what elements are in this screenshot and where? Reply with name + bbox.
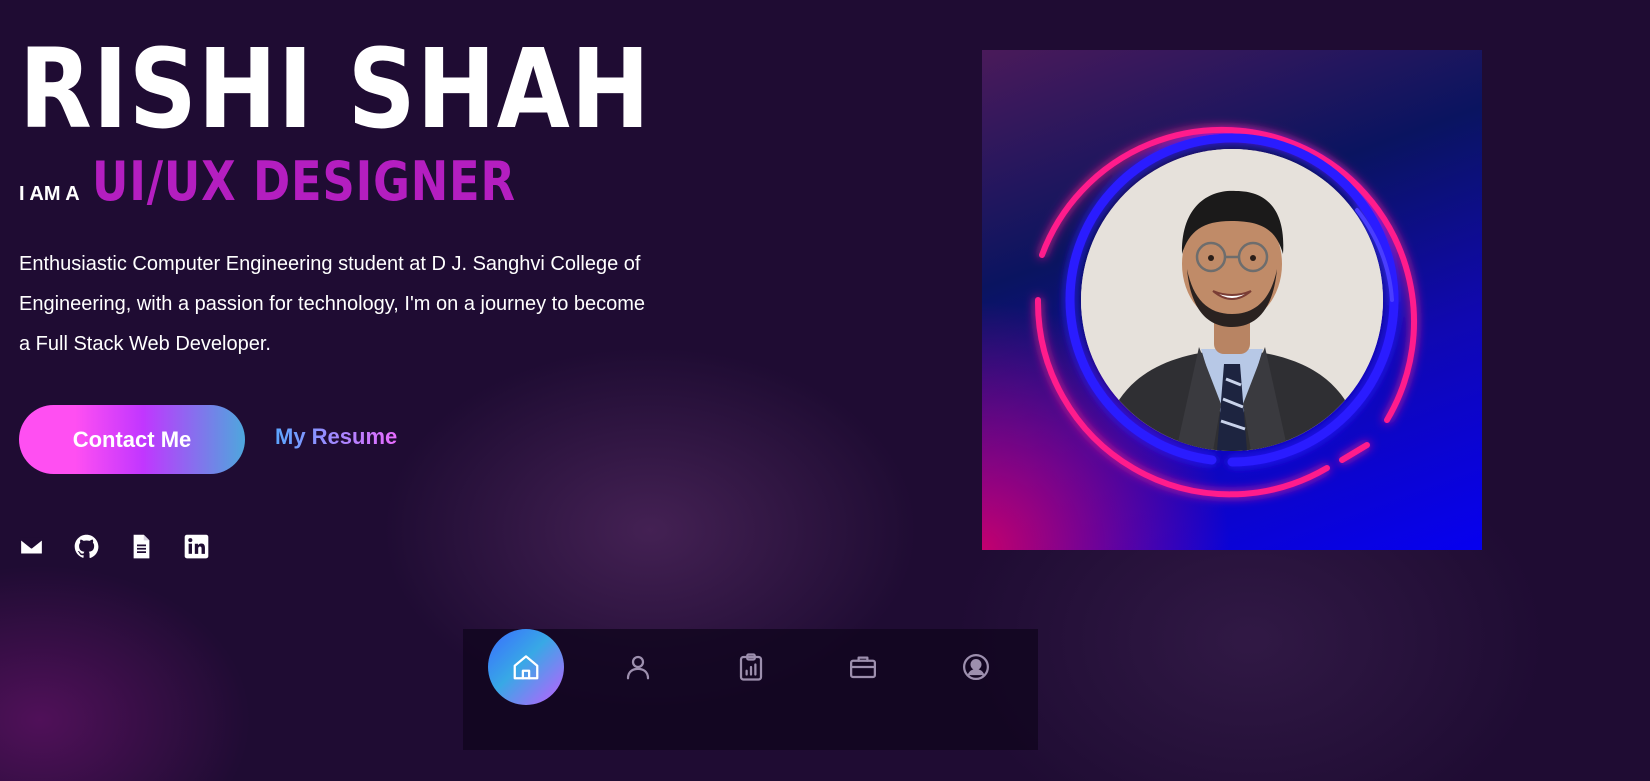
nav-about[interactable] [600,629,676,705]
role-prefix: I AM A [19,183,80,205]
portrait-card [982,50,1482,550]
role-line: I AM A UI/UX DESIGNER [19,150,602,213]
linkedin-icon[interactable] [183,533,210,560]
document-icon[interactable] [128,533,155,560]
hero-name: RISHI SHAH [19,25,651,153]
social-links [18,533,210,560]
nav-skills[interactable] [713,629,789,705]
profile-photo [1081,149,1383,451]
contact-me-button[interactable]: Contact Me [19,405,245,474]
nav-contact[interactable] [938,629,1014,705]
briefcase-icon [850,656,876,679]
intro-paragraph: Enthusiastic Computer Engineering studen… [19,253,646,355]
role-title: UI/UX DESIGNER [91,150,516,213]
bottom-nav [463,629,1038,750]
clipboard-chart-icon [739,653,763,681]
github-icon[interactable] [73,533,100,560]
user-icon [626,655,650,680]
home-icon [513,655,539,680]
nav-projects[interactable] [825,629,901,705]
nav-home[interactable] [488,629,564,705]
envelope-icon[interactable] [18,533,45,560]
my-resume-link[interactable]: My Resume [275,424,397,450]
profile-circle-icon [963,654,989,680]
